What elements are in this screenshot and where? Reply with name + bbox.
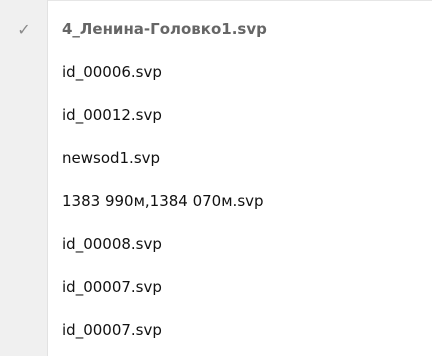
menu-item-label: newsod1.svp xyxy=(62,149,161,167)
menu-item-file-3[interactable]: id_00012.svp xyxy=(0,94,432,137)
menu-item-file-4[interactable]: newsod1.svp xyxy=(0,137,432,180)
menu-item-label: id_00012.svp xyxy=(62,106,162,124)
menu-item-label: id_00007.svp xyxy=(62,278,162,296)
recent-files-list: ✓ 4_Ленина-Головко1.svp id_00006.svp id_… xyxy=(0,8,432,352)
menu-item-file-2[interactable]: id_00006.svp xyxy=(0,51,432,94)
menu-item-file-6[interactable]: id_00008.svp xyxy=(0,223,432,266)
menu-item-file-7[interactable]: id_00007.svp xyxy=(0,266,432,309)
menu-item-label: id_00006.svp xyxy=(62,63,162,81)
menu-item-file-1[interactable]: ✓ 4_Ленина-Головко1.svp xyxy=(0,8,432,51)
menu-item-label: 1383 990м,1384 070м.svp xyxy=(62,192,264,210)
menu-item-file-8[interactable]: id_00007.svp xyxy=(0,309,432,352)
menu-item-label: 4_Ленина-Головко1.svp xyxy=(62,20,267,38)
checkmark-icon: ✓ xyxy=(17,20,31,39)
menu-item-file-5[interactable]: 1383 990м,1384 070м.svp xyxy=(0,180,432,223)
file-dropdown-menu: ✓ 4_Ленина-Головко1.svp id_00006.svp id_… xyxy=(0,0,432,356)
menu-item-label: id_00008.svp xyxy=(62,235,162,253)
menu-top-border xyxy=(0,0,432,1)
menu-item-label: id_00007.svp xyxy=(62,321,162,339)
